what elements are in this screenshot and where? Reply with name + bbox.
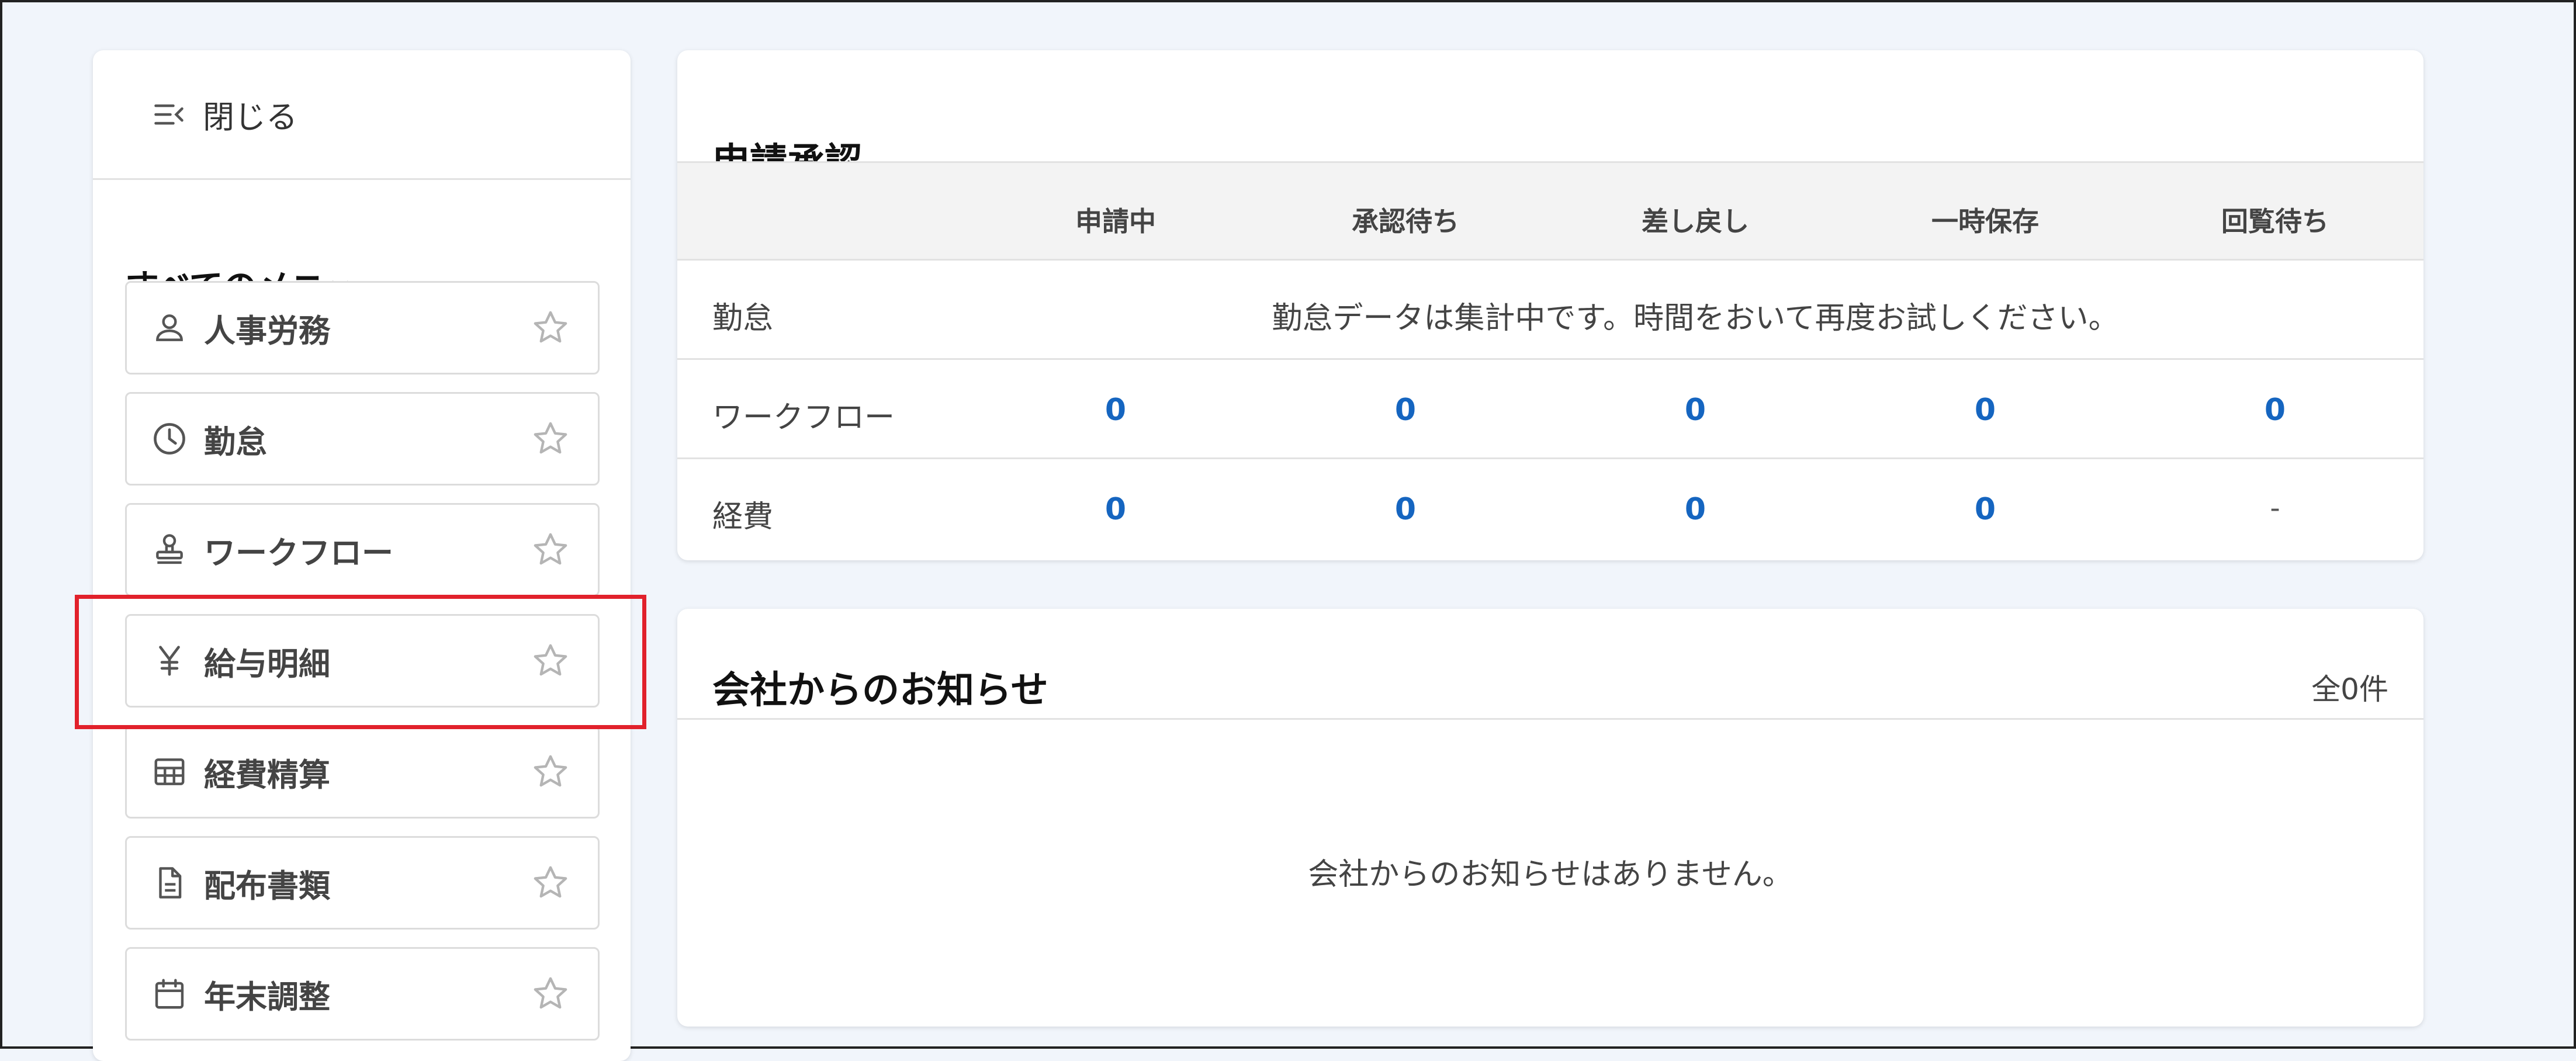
menu-item-year-end-adjustment[interactable]: 年末調整 — [125, 947, 600, 1041]
menu-item-hr[interactable]: 人事労務 — [125, 281, 600, 375]
menu-item-label: 配布書類 — [204, 867, 330, 904]
menu-item-label: 給与明細 — [204, 645, 330, 682]
notice-empty-message: 会社からのお知らせはありません。 — [1308, 857, 1793, 892]
favorite-star-icon[interactable] — [531, 753, 570, 791]
menu-item-label: ワークフロー — [204, 534, 393, 571]
column-header: 申請中 — [1075, 206, 1156, 237]
menu-item-label: 人事労務 — [204, 312, 330, 349]
count-link[interactable]: 0 — [1105, 492, 1126, 527]
collapse-menu-icon — [151, 97, 186, 132]
column-header: 承認待ち — [1352, 206, 1459, 237]
column-header: 差し戻し — [1642, 206, 1749, 237]
menu-item-attendance[interactable]: 勤怠 — [125, 392, 600, 486]
count-link[interactable]: 0 — [2265, 393, 2286, 428]
menu-item-documents[interactable]: 配布書類 — [125, 836, 600, 930]
menu-item-workflow[interactable]: ワークフロー — [125, 503, 600, 597]
row-label: ワークフロー — [712, 400, 895, 435]
notice-count: 全0件 — [2311, 672, 2388, 706]
row-label: 経費 — [712, 500, 774, 535]
company-notice-card: 会社からのお知らせ 全0件 会社からのお知らせはありません。 — [677, 609, 2423, 1027]
favorite-star-icon[interactable] — [531, 975, 570, 1013]
favorite-star-icon[interactable] — [531, 308, 570, 347]
table-row-expense: 経費 0 0 0 0 - — [677, 459, 2423, 559]
calendar-icon — [151, 976, 188, 1012]
favorite-star-icon[interactable] — [531, 419, 570, 458]
notice-title: 会社からのお知らせ — [712, 669, 1048, 712]
menu-item-payslip[interactable]: 給与明細 — [125, 614, 600, 708]
count-link[interactable]: 0 — [1975, 492, 1996, 527]
empty-value: - — [2270, 492, 2280, 525]
column-header: 回覧待ち — [2221, 206, 2329, 237]
clock-icon — [151, 421, 188, 457]
table-row-workflow: ワークフロー 0 0 0 0 0 — [677, 360, 2423, 459]
table-row-attendance: 勤怠 勤怠データは集計中です。時間をおいて再度お試しください。 — [677, 261, 2423, 360]
calculator-icon — [151, 754, 188, 790]
close-menu-label: 閉じる — [203, 99, 297, 136]
count-link[interactable]: 0 — [1395, 393, 1416, 428]
document-icon — [151, 865, 188, 901]
column-header: 一時保存 — [1931, 206, 2039, 237]
sidebar: 閉じる すべてのメニュー 人事労務 勤怠 — [93, 50, 631, 1061]
row-label: 勤怠 — [712, 301, 774, 336]
menu-item-label: 年末調整 — [204, 978, 330, 1015]
count-link[interactable]: 0 — [1975, 393, 1996, 428]
count-link[interactable]: 0 — [1685, 492, 1706, 527]
approval-table-header: 申請中 承認待ち 差し戻し 一時保存 回覧待ち — [677, 161, 2423, 261]
count-link[interactable]: 0 — [1685, 393, 1706, 428]
divider — [677, 718, 2423, 720]
favorite-star-icon[interactable] — [531, 864, 570, 902]
stamp-icon — [151, 532, 188, 568]
count-link[interactable]: 0 — [1105, 393, 1126, 428]
menu-item-label: 経費精算 — [204, 756, 330, 793]
count-link[interactable]: 0 — [1395, 492, 1416, 527]
approval-card: 申請承認 申請中 承認待ち 差し戻し 一時保存 回覧待ち 勤怠 勤怠データは集計… — [677, 50, 2423, 560]
menu-item-label: 勤怠 — [204, 423, 267, 460]
menu-item-expense[interactable]: 経費精算 — [125, 725, 600, 819]
close-menu-button[interactable]: 閉じる — [93, 50, 631, 180]
favorite-star-icon[interactable] — [531, 530, 570, 569]
favorite-star-icon[interactable] — [531, 642, 570, 680]
yen-icon — [151, 643, 188, 679]
person-icon — [151, 310, 188, 346]
attendance-aggregating-message: 勤怠データは集計中です。時間をおいて再度お試しください。 — [1272, 301, 2119, 336]
